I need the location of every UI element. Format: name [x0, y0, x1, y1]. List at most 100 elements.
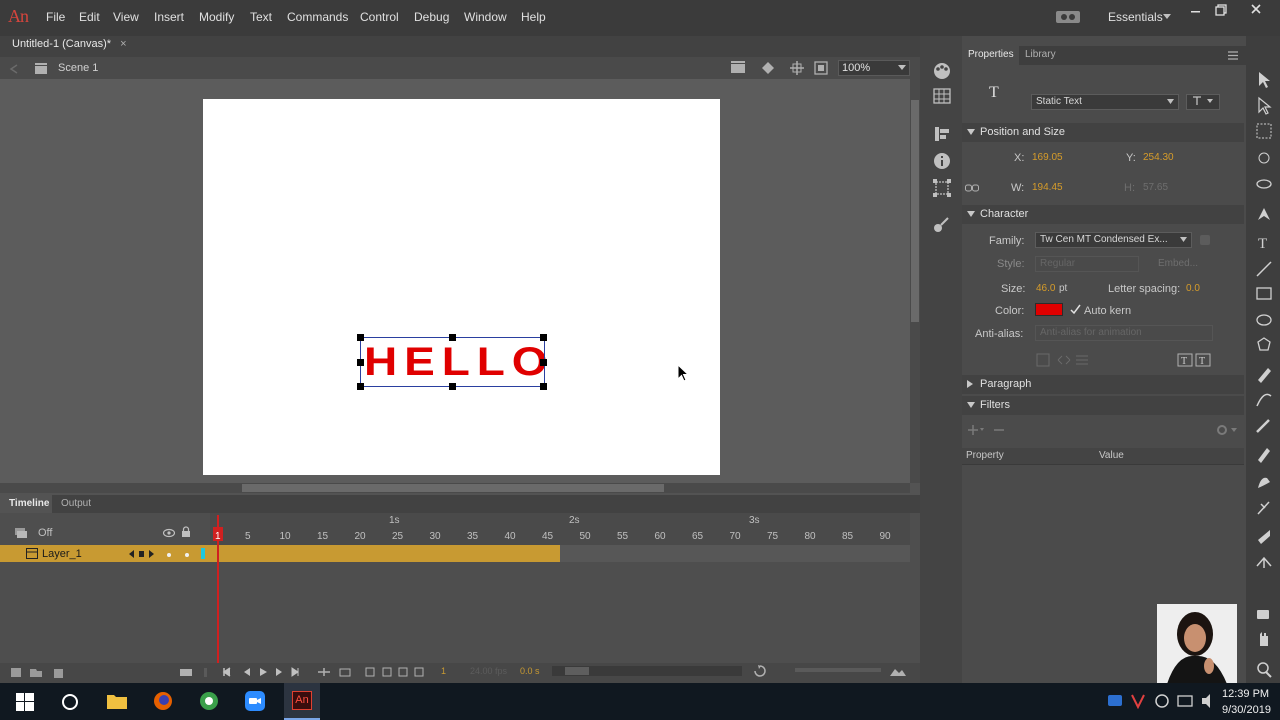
resize-handle[interactable] — [540, 383, 547, 390]
lock-dot-icon[interactable] — [184, 552, 190, 558]
resize-handle[interactable] — [449, 334, 456, 341]
checkbox-checked-icon[interactable] — [1070, 304, 1081, 315]
layer-name[interactable]: Layer_1 — [42, 548, 82, 560]
menu-edit[interactable]: Edit — [79, 10, 100, 24]
center-stage-icon[interactable] — [790, 61, 804, 75]
loop-icon[interactable] — [753, 665, 767, 677]
document-tab[interactable]: Untitled-1 (Canvas)* × — [4, 38, 135, 55]
section-character[interactable]: Character — [962, 205, 1244, 224]
font-family-select[interactable]: Tw Cen MT Condensed Ex... — [1035, 232, 1192, 248]
edit-symbols-icon[interactable] — [760, 61, 778, 75]
collapse-triangle-icon[interactable] — [967, 402, 975, 408]
windows-start-icon[interactable] — [16, 693, 34, 711]
tab-timeline[interactable]: Timeline — [0, 495, 52, 513]
frame-size-slider[interactable] — [795, 668, 881, 672]
workspace-switcher[interactable]: Essentials — [1108, 10, 1163, 24]
menu-window[interactable]: Window — [464, 10, 507, 24]
back-arrow-icon[interactable] — [9, 64, 19, 74]
maximize-button[interactable] — [1209, 2, 1233, 18]
fps-value[interactable]: 24.00 fps — [470, 666, 507, 676]
resize-handle[interactable] — [357, 383, 364, 390]
onion-skin-label[interactable]: Off — [38, 527, 52, 539]
section-position-size[interactable]: Position and Size — [962, 123, 1244, 142]
close-button[interactable] — [1244, 2, 1268, 18]
stage-canvas[interactable] — [203, 99, 720, 475]
text-type-select[interactable]: Static Text — [1031, 94, 1179, 110]
lock-icon[interactable] — [181, 526, 191, 538]
sync-settings-icon[interactable] — [1055, 9, 1081, 25]
menu-modify[interactable]: Modify — [199, 10, 234, 24]
collapse-triangle-icon[interactable] — [967, 129, 975, 135]
resize-handle[interactable] — [357, 334, 364, 341]
horizontal-scroll-thumb[interactable] — [242, 484, 664, 492]
playback-controls-icon[interactable] — [180, 666, 360, 678]
align-icon[interactable] — [934, 126, 950, 142]
tab-output[interactable]: Output — [61, 498, 91, 509]
firefox-icon[interactable] — [153, 691, 173, 711]
taskbar-clock-date[interactable]: 9/30/2019 — [1222, 704, 1271, 716]
section-paragraph[interactable]: Paragraph — [962, 375, 1244, 394]
resize-handle[interactable] — [540, 359, 547, 366]
menu-view[interactable]: View — [113, 10, 139, 24]
onion-skin-tools-icon[interactable] — [365, 666, 429, 678]
h-label: H: — [1124, 182, 1135, 194]
cortana-icon[interactable] — [61, 693, 79, 711]
close-tab-icon[interactable]: × — [120, 38, 126, 50]
visibility-dot-icon[interactable] — [166, 552, 172, 558]
taskbar-clock-time[interactable]: 12:39 PM — [1222, 688, 1269, 700]
code-snippets-icon[interactable] — [932, 216, 950, 234]
menu-insert[interactable]: Insert — [154, 10, 184, 24]
layer-frames[interactable] — [210, 545, 560, 562]
swatches-icon[interactable] — [933, 88, 951, 104]
vertical-scroll-thumb[interactable] — [911, 100, 919, 322]
layer-empty-frames[interactable] — [560, 545, 910, 562]
frame-number: 15 — [317, 531, 329, 542]
eye-icon[interactable] — [163, 528, 175, 538]
edit-scene-icon[interactable] — [730, 61, 748, 75]
auto-kern-label[interactable]: Auto kern — [1084, 305, 1131, 317]
color-palette-icon[interactable] — [932, 62, 952, 80]
layer-nav-icon[interactable] — [129, 549, 159, 559]
y-value[interactable]: 254.30 — [1143, 152, 1174, 163]
transform-icon[interactable] — [933, 179, 951, 197]
menu-debug[interactable]: Debug — [414, 10, 449, 24]
size-value[interactable]: 46.0 — [1036, 283, 1055, 294]
clip-stage-icon[interactable] — [814, 61, 828, 75]
resize-handle[interactable] — [357, 359, 364, 366]
filter-settings-icon[interactable] — [1216, 424, 1240, 436]
menu-file[interactable]: File — [46, 10, 65, 24]
menu-commands[interactable]: Commands — [287, 10, 348, 24]
selection-box[interactable] — [357, 334, 547, 390]
collapse-triangle-icon[interactable] — [967, 211, 975, 217]
chevron-down-icon[interactable] — [898, 65, 906, 71]
menu-help[interactable]: Help — [521, 10, 546, 24]
section-filters[interactable]: Filters — [962, 396, 1244, 415]
info-icon[interactable] — [933, 152, 951, 170]
time-value[interactable]: 0.0 s — [520, 666, 540, 676]
minimize-button[interactable] — [1183, 2, 1207, 18]
timeline-hscroll-thumb[interactable] — [565, 667, 589, 675]
file-explorer-icon[interactable] — [107, 692, 127, 710]
w-value[interactable]: 194.45 — [1032, 182, 1063, 193]
expand-triangle-icon[interactable] — [967, 380, 973, 388]
zoom-app-icon[interactable] — [245, 691, 265, 711]
system-tray-icons[interactable] — [1108, 693, 1218, 709]
add-filter-icon[interactable] — [968, 424, 1008, 436]
new-layer-icon[interactable] — [10, 666, 66, 678]
chrome-like-icon[interactable] — [199, 691, 219, 711]
text-orientation-select[interactable] — [1186, 94, 1220, 110]
superscript-subscript-icons[interactable]: TT — [1177, 353, 1213, 367]
menu-text[interactable]: Text — [250, 10, 272, 24]
resize-handle[interactable] — [540, 334, 547, 341]
tab-properties[interactable]: Properties — [962, 46, 1019, 65]
animate-taskbar-item[interactable]: An — [284, 683, 320, 720]
tab-library[interactable]: Library — [1025, 49, 1056, 60]
text-color-swatch[interactable] — [1035, 303, 1063, 316]
letter-spacing-value[interactable]: 0.0 — [1186, 283, 1200, 294]
panel-menu-icon[interactable] — [1228, 51, 1238, 60]
chevron-down-icon[interactable] — [1163, 14, 1171, 20]
resize-handle[interactable] — [449, 383, 456, 390]
x-value[interactable]: 169.05 — [1032, 152, 1063, 163]
menu-control[interactable]: Control — [360, 10, 399, 24]
link-icon[interactable] — [965, 183, 979, 193]
